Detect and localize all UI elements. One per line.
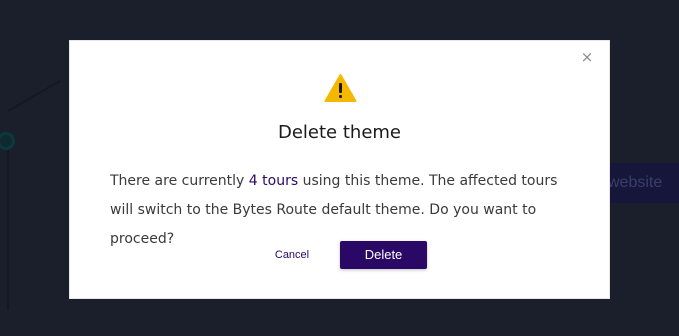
- background-node-dot: [0, 132, 15, 150]
- warning-icon: [324, 74, 357, 102]
- dialog-title: Delete theme: [277, 122, 401, 143]
- cancel-button[interactable]: Cancel: [263, 241, 321, 269]
- close-icon[interactable]: ×: [579, 49, 595, 65]
- background-connector-line: [7, 80, 61, 112]
- tour-count-highlight: 4 tours: [248, 173, 299, 189]
- delete-theme-dialog: × Delete theme There are currently 4 tou…: [69, 40, 610, 299]
- message-prefix: There are currently: [110, 173, 249, 189]
- background-vertical-line: [7, 150, 9, 310]
- delete-button[interactable]: Delete: [340, 241, 427, 269]
